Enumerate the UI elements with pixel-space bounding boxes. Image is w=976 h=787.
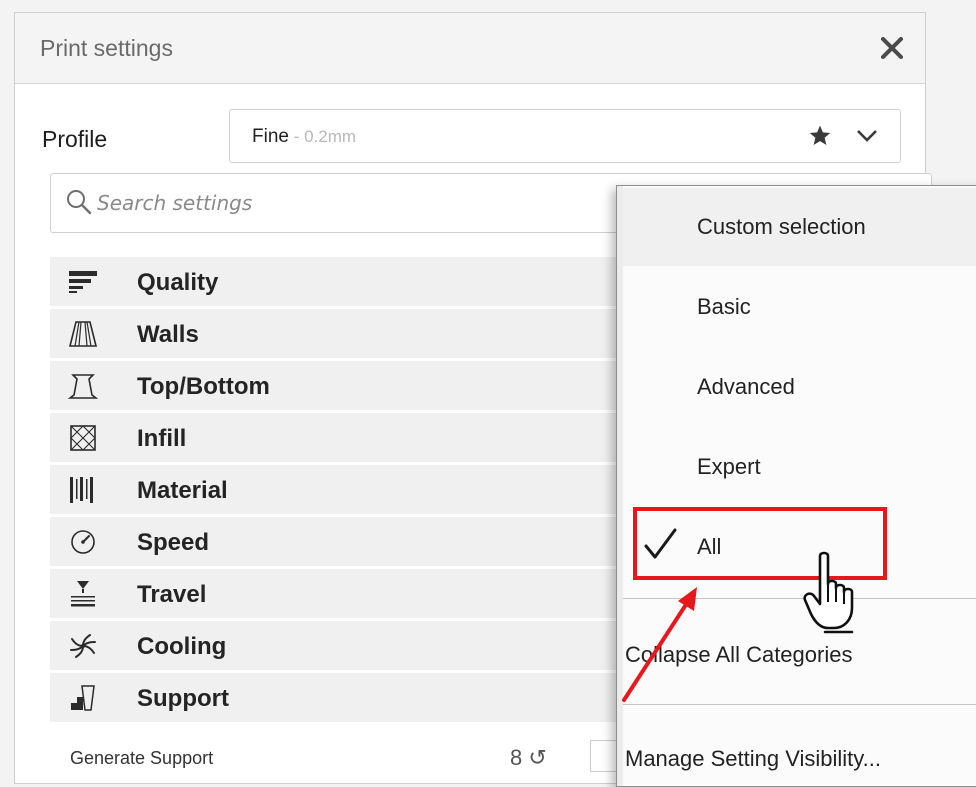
chevron-down-icon[interactable] xyxy=(856,128,878,144)
profile-name: Fine - 0.2mm xyxy=(252,126,357,147)
menu-divider xyxy=(623,598,976,599)
profile-dropdown[interactable]: Fine - 0.2mm xyxy=(229,109,901,163)
manage-setting-visibility-item[interactable]: Manage Setting Visibility... xyxy=(625,746,881,772)
close-button[interactable] xyxy=(875,31,909,65)
menu-item-label: All xyxy=(697,534,722,559)
category-label: Material xyxy=(137,477,228,504)
setting-visibility-menu: Custom selection Basic Advanced Expert A… xyxy=(616,185,976,787)
search-input[interactable] xyxy=(95,186,599,220)
category-label: Infill xyxy=(137,425,187,452)
category-label: Travel xyxy=(137,581,207,608)
category-label: Quality xyxy=(137,269,219,296)
travel-icon xyxy=(71,581,95,607)
material-icon xyxy=(70,477,93,503)
category-label: Cooling xyxy=(137,633,227,660)
setting-row-tools[interactable]: 8 ↺ xyxy=(510,745,547,771)
top-bottom-icon xyxy=(68,374,98,399)
category-label: Speed xyxy=(137,529,210,556)
menu-item-all[interactable]: All xyxy=(623,508,976,586)
support-icon xyxy=(71,685,95,711)
speed-icon xyxy=(71,530,95,554)
walls-icon xyxy=(68,321,98,347)
menu-item-custom-selection[interactable]: Custom selection xyxy=(623,188,976,266)
menu-item-label: Advanced xyxy=(697,374,795,399)
menu-item-label: Expert xyxy=(697,454,761,479)
category-label: Support xyxy=(137,685,229,712)
menu-item-label: Basic xyxy=(697,294,751,319)
collapse-all-categories-item[interactable]: Collapse All Categories xyxy=(625,642,852,668)
generate-support-row[interactable]: Generate Support xyxy=(70,748,213,769)
hand-pointer-icon xyxy=(803,551,854,634)
menu-item-label: Custom selection xyxy=(697,214,866,239)
quality-icon xyxy=(69,271,97,293)
menu-item-advanced[interactable]: Advanced xyxy=(623,348,976,426)
panel-title: Print settings xyxy=(40,35,173,61)
infill-icon xyxy=(70,425,96,451)
panel-header: Print settings xyxy=(15,13,925,84)
checkmark-icon xyxy=(644,528,677,559)
menu-item-basic[interactable]: Basic xyxy=(623,268,976,346)
category-label: Top/Bottom xyxy=(137,373,270,400)
category-label: Walls xyxy=(137,321,199,348)
star-icon[interactable] xyxy=(808,124,832,148)
profile-label: Profile xyxy=(42,126,108,152)
menu-item-expert[interactable]: Expert xyxy=(623,428,976,506)
cooling-icon xyxy=(70,634,96,658)
search-icon xyxy=(67,190,92,215)
menu-divider xyxy=(623,704,976,705)
close-icon xyxy=(881,37,903,59)
